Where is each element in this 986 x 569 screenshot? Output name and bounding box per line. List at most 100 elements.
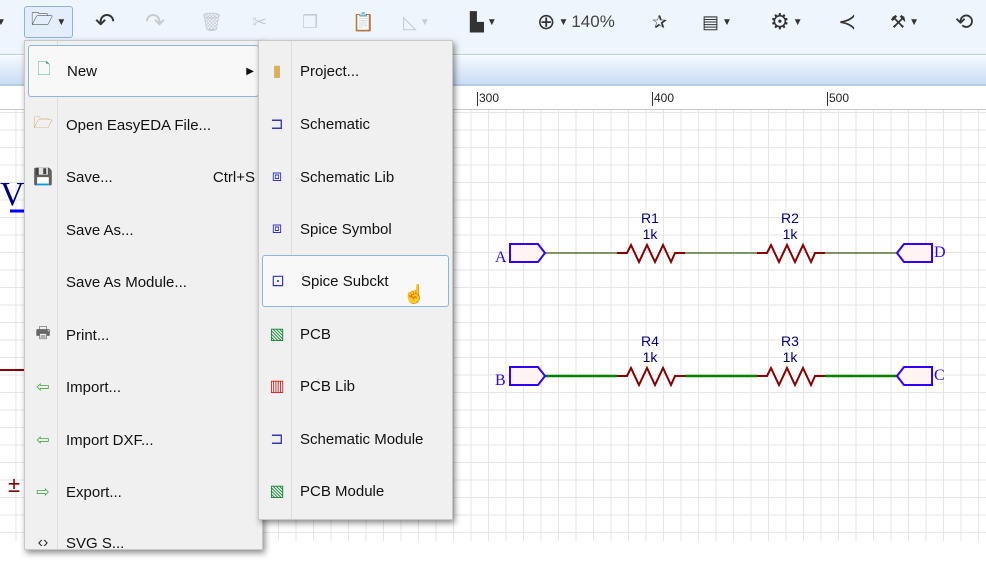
- menu-item-import[interactable]: ⇦ Import...: [28, 361, 259, 413]
- pcb-lib-icon: ▥: [269, 378, 285, 395]
- project-icon: ▮: [272, 63, 282, 80]
- menu-item-label: Export...: [66, 483, 122, 501]
- menu-item-schematic-module[interactable]: ⊐ Schematic Module: [262, 413, 449, 465]
- menu-item-import-dxf[interactable]: ⇦ Import DXF...: [28, 414, 259, 466]
- rotate-icon: ◺: [403, 11, 417, 32]
- port-A: A: [495, 243, 547, 266]
- resistor-symbol: [757, 242, 825, 265]
- background-fragments: V ±: [0, 176, 25, 497]
- open-button[interactable]: 🗁 ▼: [24, 6, 74, 38]
- resistor-ref: R3: [781, 333, 799, 349]
- rotate-button[interactable]: ◺ ▼: [403, 6, 430, 38]
- resistor-value: 1k: [643, 349, 659, 365]
- share-button[interactable]: ≺: [838, 6, 856, 38]
- port-B: B: [495, 366, 547, 389]
- resistor-R2: R21k: [757, 210, 825, 265]
- pcb-icon: ▧: [269, 483, 285, 500]
- port-C: C: [895, 366, 945, 386]
- paste-icon: 📋: [352, 11, 375, 32]
- tools-button[interactable]: ⚒ ▼: [890, 6, 919, 38]
- printer-icon: 🖶: [35, 324, 51, 342]
- delete-button[interactable]: 🗑: [200, 6, 223, 38]
- cut-button[interactable]: ✂: [252, 6, 267, 38]
- menu-item-label: Save As Module...: [66, 273, 187, 291]
- redo-button[interactable]: ↷: [145, 6, 165, 38]
- menu-item-spice-symbol[interactable]: ⧈ Spice Symbol: [262, 203, 449, 255]
- resistor-R4: R41k: [617, 333, 685, 388]
- menu-item-label: Spice Symbol: [300, 220, 392, 238]
- resistor-R1: R11k: [617, 210, 685, 265]
- delete-icon: 🗑: [200, 11, 223, 32]
- menu-item-save-as[interactable]: Save As...: [28, 204, 259, 256]
- menu-item-spice-subckt[interactable]: ⊡ Spice Subckt ☝: [262, 255, 449, 307]
- menu-item-project[interactable]: ▮ Project...: [262, 45, 449, 97]
- pcb-icon: ▧: [269, 326, 285, 343]
- menu-item-label: Print...: [66, 326, 110, 344]
- align-icon: ▙: [470, 11, 484, 32]
- hand-cursor-icon: ☝: [403, 284, 426, 304]
- menu-item-save[interactable]: 💾 Save... Ctrl+S: [28, 151, 259, 203]
- open-folder-icon: 🗁: [31, 9, 54, 29]
- redo-icon: ↷: [145, 8, 166, 36]
- menu-item-label: Schematic: [300, 115, 371, 133]
- wand-button[interactable]: ✰: [652, 6, 667, 38]
- share-icon: ≺: [838, 9, 857, 34]
- copy-button[interactable]: ❐: [302, 6, 318, 38]
- ruler-label: 300: [477, 91, 500, 106]
- import-icon: ⇦: [36, 432, 50, 449]
- menu-item-label: PCB Lib: [300, 377, 356, 395]
- floppy-icon: 💾: [33, 169, 53, 186]
- undo-icon: ↶: [95, 8, 116, 36]
- menu-item-pcb-module[interactable]: ▧ PCB Module: [262, 465, 449, 517]
- spice-subckt-icon: ⊡: [271, 273, 285, 290]
- menu-item-svg-s[interactable]: ‹› SVG S...: [28, 517, 259, 569]
- folder-open-icon: 🗁: [33, 114, 53, 132]
- resistor-symbol: [617, 365, 685, 388]
- history-button[interactable]: ⟲: [955, 6, 973, 38]
- menu-item-label: SVG S...: [66, 534, 125, 552]
- menu-item-pcb[interactable]: ▧ PCB: [262, 308, 449, 360]
- menu-item-schematic-lib[interactable]: ⧈ Schematic Lib: [262, 151, 449, 203]
- menu-item-label: New: [67, 62, 98, 80]
- caret-icon[interactable]: ▼: [0, 6, 6, 38]
- file-menu: 🗋 New ▶ 🗁 Open EasyEDA File... 💾 Save... Ctrl+S…: [24, 40, 263, 552]
- resistor-value: 1k: [643, 226, 659, 242]
- align-button[interactable]: ▙ ▼: [470, 6, 497, 38]
- port-D: D: [895, 243, 946, 263]
- menu-item-print[interactable]: 🖶 Print...: [28, 309, 259, 361]
- menu-item-schematic[interactable]: ⊐ Schematic: [262, 98, 449, 150]
- menu-item-label: Save As...: [66, 221, 134, 239]
- resistor-value: 1k: [783, 226, 799, 242]
- menu-item-label: Open EasyEDA File...: [66, 116, 212, 134]
- import-icon: ⇦: [36, 379, 50, 396]
- spice-symbol-icon: ⧈: [271, 220, 283, 237]
- menu-item-open-easyeda-file[interactable]: 🗁 Open EasyEDA File...: [28, 99, 259, 151]
- netlist-button[interactable]: ▤ ▼: [702, 6, 732, 38]
- tools-icon: ⚒: [890, 11, 907, 32]
- code-icon: ‹›: [37, 534, 49, 551]
- shortcut-label: Ctrl+S: [212, 168, 255, 186]
- resistor-ref: R4: [641, 333, 659, 349]
- undo-button[interactable]: ↶: [95, 6, 115, 38]
- resistor-symbol: [757, 365, 825, 388]
- menu-item-new[interactable]: 🗋 New ▶: [28, 45, 259, 97]
- paste-button[interactable]: 📋: [352, 6, 374, 38]
- menu-item-label: Schematic Module: [300, 430, 424, 448]
- port-label: D: [934, 244, 946, 261]
- menu-item-label: Schematic Lib: [300, 168, 395, 186]
- menu-item-label: Save...: [66, 168, 113, 186]
- resistor-value: 1k: [783, 349, 799, 365]
- history-icon: ⟲: [955, 9, 974, 34]
- zoom-in-icon: ⊕: [537, 9, 556, 34]
- menu-item-export[interactable]: ⇨ Export...: [28, 466, 259, 518]
- ruler-label: 400: [652, 91, 675, 106]
- schematic-icon: ⊐: [270, 431, 284, 448]
- menu-item-save-as-module[interactable]: Save As Module...: [28, 256, 259, 308]
- cut-icon: ✂: [252, 11, 268, 32]
- port-label: C: [934, 367, 945, 384]
- menu-item-pcb-lib[interactable]: ▥ PCB Lib: [262, 360, 449, 412]
- settings-button[interactable]: ⚙ ▼: [770, 6, 803, 38]
- port-label: B: [495, 372, 506, 389]
- port-label: A: [495, 249, 507, 266]
- zoom-button[interactable]: ⊕ ▼ 140%: [537, 6, 615, 38]
